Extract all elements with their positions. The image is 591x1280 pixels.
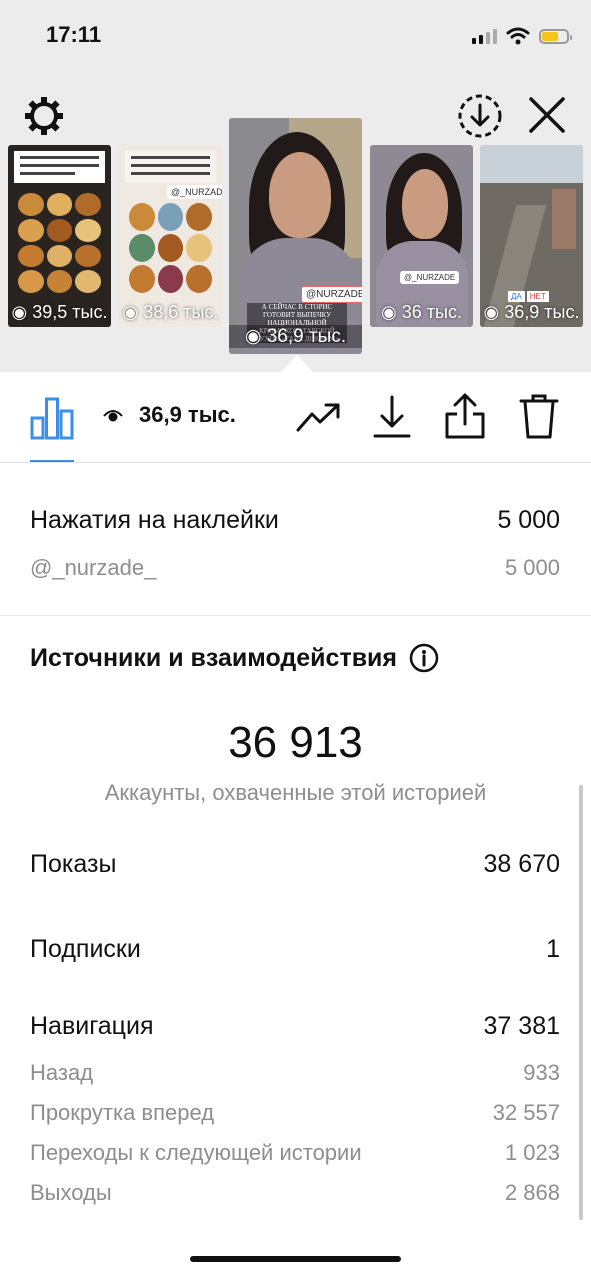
mention-sticker: @_NURZADE_ [167, 185, 222, 199]
story-views: ◉ 36,9 тыс. [483, 302, 580, 322]
mention-sticker: @_NURZADE [400, 271, 460, 284]
sticker-mention-value: 5 000 [504, 555, 560, 580]
next-story-row: Переходы к следующей истории 1 023 [30, 1140, 560, 1166]
trash-icon[interactable] [518, 392, 560, 440]
back-value: 933 [523, 1060, 560, 1085]
mention-sticker: @NURZADE [301, 286, 362, 303]
poll-no: НЕТ [526, 291, 549, 302]
poll-yes: ДА [508, 291, 525, 302]
impressions-label: Показы [30, 850, 117, 878]
next-story-label: Переходы к следующей истории [30, 1140, 362, 1165]
eye-icon: ◉ [11, 302, 33, 322]
back-row: Назад 933 [30, 1060, 560, 1086]
download-icon[interactable] [372, 394, 412, 440]
forward-value: 32 557 [492, 1100, 560, 1125]
building [552, 189, 576, 249]
follows-value: 1 [546, 935, 560, 963]
follows-label: Подписки [30, 935, 141, 963]
bar-chart-icon[interactable] [30, 396, 74, 440]
poll-sticker: ДА НЕТ [508, 291, 549, 302]
status-icons [472, 24, 572, 48]
sky [480, 145, 583, 183]
story-thumbnail[interactable]: ◉ 39,5 тыс. [8, 145, 111, 327]
status-time: 17:11 [46, 22, 102, 47]
home-indicator[interactable] [190, 1256, 401, 1262]
back-label: Назад [30, 1060, 94, 1085]
story-thumbnail[interactable]: @_NURZADE ◉ 36 тыс. [370, 145, 473, 327]
navigation-label: Навигация [30, 1012, 154, 1040]
sticker-taps-row: Нажатия на наклейки 5 000 [30, 506, 560, 535]
section-title: Источники и взаимодействия [30, 643, 439, 673]
eye-icon: ◉ [122, 302, 144, 322]
battery-icon [539, 28, 572, 44]
story-toolbar: 36,9 тыс. [0, 372, 591, 463]
navigation-row: Навигация 37 381 [30, 1012, 560, 1041]
scrollbar[interactable] [579, 785, 583, 1220]
exits-row: Выходы 2 868 [30, 1180, 560, 1206]
person-face [269, 152, 331, 238]
reach-caption: Аккаунты, охваченные этой историей [104, 780, 487, 805]
story-views: ◉ 38,6 тыс. [122, 302, 219, 322]
sticker-mention-label: @_nurzade_ [30, 555, 157, 580]
navigation-value: 37 381 [483, 1012, 560, 1040]
share-icon[interactable] [444, 392, 486, 440]
eye-icon [103, 410, 123, 422]
signal-icon [472, 28, 497, 44]
views-count: 36,9 тыс. [103, 402, 236, 428]
story-views: ◉ 39,5 тыс. [11, 302, 108, 322]
food-photos [18, 193, 101, 293]
trending-up-icon[interactable] [296, 400, 342, 436]
sticker-mention-row: @_nurzade_ 5 000 [30, 555, 560, 581]
exits-label: Выходы [30, 1180, 112, 1205]
impressions-row: Показы 38 670 [30, 850, 560, 879]
impressions-value: 38 670 [483, 850, 560, 878]
battery-level [542, 31, 558, 41]
story-caption [125, 151, 216, 183]
story-thumbnail[interactable]: @_NURZADE_ ◉ 38,6 тыс. [119, 145, 222, 327]
eye-icon: ◉ [381, 302, 402, 322]
story-preview-area: 17:11 ◉ 39,5 тыс. @_NURZAD ◉ 38,6 тыс. @… [0, 0, 591, 372]
exits-value: 2 868 [504, 1180, 560, 1205]
story-caption [14, 151, 105, 183]
story-views: ◉ 36,9 тыс. [229, 325, 362, 348]
eye-icon: ◉ [244, 326, 267, 347]
food-photos [129, 203, 212, 293]
forward-label: Прокрутка вперед [30, 1100, 215, 1125]
eye-icon: ◉ [483, 302, 505, 322]
wifi-icon [506, 27, 530, 45]
story-views: ◉ 36 тыс. [381, 302, 462, 322]
selected-pointer [281, 355, 313, 372]
sticker-taps-value: 5 000 [497, 506, 560, 534]
forward-row: Прокрутка вперед 32 557 [30, 1100, 560, 1126]
info-icon[interactable] [409, 643, 439, 673]
insights-tab-indicator [30, 460, 74, 462]
next-story-value: 1 023 [504, 1140, 560, 1165]
story-thumbnails: ◉ 39,5 тыс. @_NURZADE_ ◉ 38,6 тыс. @NURZ… [0, 118, 591, 358]
person-face [402, 169, 448, 239]
story-thumbnail-selected[interactable]: @NURZADE А СЕЙЧАС В СТОРИС ГОТОВИТ ВЫПЕЧ… [229, 118, 362, 354]
follows-row: Подписки 1 [30, 935, 560, 964]
divider [0, 615, 591, 616]
sticker-taps-label: Нажатия на наклейки [30, 506, 279, 534]
story-thumbnail[interactable]: ДА НЕТ ◉ 36,9 тыс. [480, 145, 583, 327]
reach-value: 36 913 [228, 718, 363, 767]
